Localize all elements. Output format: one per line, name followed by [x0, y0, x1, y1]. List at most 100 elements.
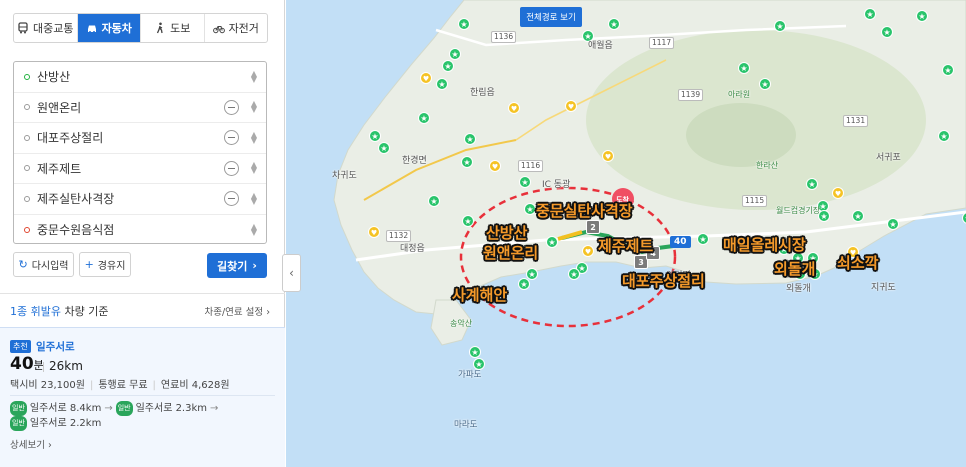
- stop-via-label[interactable]: 원앤온리: [37, 99, 224, 116]
- poi-heart-icon[interactable]: ♥: [420, 72, 432, 84]
- poi-heart-icon[interactable]: ♥: [489, 160, 501, 172]
- place-label: 아라원: [728, 90, 751, 99]
- poi-star-icon[interactable]: ★: [806, 178, 818, 190]
- reorder-handle-icon[interactable]: ▲ ▼: [250, 100, 258, 114]
- poi-star-icon[interactable]: ★: [378, 142, 390, 154]
- poi-star-icon[interactable]: ★: [608, 18, 620, 30]
- poi-star-icon[interactable]: ★: [442, 60, 454, 72]
- poi-star-icon[interactable]: ★: [518, 278, 530, 290]
- place-label: 외돌개: [786, 284, 811, 294]
- tab-transit-label: 대중교통: [33, 22, 74, 35]
- toll-fare: 통행료 무료: [85, 380, 148, 391]
- poi-star-icon[interactable]: ★: [369, 130, 381, 142]
- remove-stop-button[interactable]: [224, 130, 239, 146]
- poi-star-icon[interactable]: ★: [942, 64, 954, 76]
- route-segments: 일반 일주서로 8.4km → 일반 일주서로 2.3km → 일반 일주서로 2.2km: [10, 401, 221, 431]
- tab-bike[interactable]: 자전거: [205, 14, 268, 42]
- poi-star-icon[interactable]: ★: [881, 26, 893, 38]
- find-route-button[interactable]: 길찾기 ›: [207, 253, 267, 278]
- poi-star-icon[interactable]: ★: [449, 48, 461, 60]
- tab-car[interactable]: 자동차: [77, 14, 141, 42]
- poi-star-icon[interactable]: ★: [697, 233, 709, 245]
- reorder-handle-icon[interactable]: ▲ ▼: [250, 69, 258, 83]
- road-number: 1139: [678, 89, 704, 101]
- poi-heart-icon[interactable]: ♥: [565, 100, 577, 112]
- poi-star-icon[interactable]: ★: [462, 215, 474, 227]
- map-view[interactable]: ★ ★ ★ ★ ★ ★ ★ ★ ★ ★ ★ ★ ★ ★ ★ ★ ★ ★ ★ ★ ★ ★ ★ ★ ★ ★ ★ ★ ★ ★ ★ ★ ★ ★ ★ ★ ★ ★ ★ ★…: [286, 0, 966, 467]
- poi-star-icon[interactable]: ★: [519, 176, 531, 188]
- poi-heart-icon[interactable]: ♥: [508, 102, 520, 114]
- reorder-handle-icon[interactable]: ▲ ▼: [250, 161, 258, 175]
- poi-heart-icon[interactable]: ♥: [368, 226, 380, 238]
- reset-button[interactable]: ↻ 다시입력: [13, 252, 74, 277]
- poi-star-icon[interactable]: ★: [469, 346, 481, 358]
- full-route-button[interactable]: 전체경로 보기: [520, 7, 582, 27]
- poi-star-icon[interactable]: ★: [436, 78, 448, 90]
- poi-star-icon[interactable]: ★: [916, 10, 928, 22]
- stop-via[interactable]: 원앤온리 ▲ ▼: [14, 93, 266, 123]
- tab-car-label: 자동차: [101, 22, 132, 35]
- place-label: 대정읍: [400, 244, 425, 254]
- reorder-handle-icon[interactable]: ▲ ▼: [250, 222, 258, 236]
- poi-star-icon[interactable]: ★: [526, 268, 538, 280]
- place-label: 마라도: [454, 420, 478, 430]
- stop-start-label[interactable]: 산방산: [37, 68, 250, 85]
- stop-end-label[interactable]: 중문수원음식점: [37, 221, 250, 238]
- poi-star-icon[interactable]: ★: [464, 133, 476, 145]
- poi-heart-icon[interactable]: ♥: [582, 245, 594, 257]
- stop-via-label[interactable]: 대포주상절리: [37, 129, 224, 146]
- stop-via[interactable]: 대포주상절리 ▲ ▼: [14, 123, 266, 154]
- annotation-label: 매일올레시장: [723, 236, 806, 254]
- poi-star-icon[interactable]: ★: [524, 203, 536, 215]
- poi-star-icon[interactable]: ★: [887, 218, 899, 230]
- poi-star-icon[interactable]: ★: [938, 130, 950, 142]
- end-dot-icon: [24, 226, 30, 233]
- route-minutes: 40: [10, 354, 34, 374]
- poi-star-icon[interactable]: ★: [568, 268, 580, 280]
- vehicle-basis-suffix: 차량 기준: [60, 305, 109, 318]
- road-type-badge: 일반: [10, 416, 27, 431]
- poi-heart-icon[interactable]: ♥: [832, 187, 844, 199]
- stop-end[interactable]: 중문수원음식점 ▲ ▼: [14, 215, 266, 246]
- poi-star-icon[interactable]: ★: [774, 20, 786, 32]
- poi-star-icon[interactable]: ★: [759, 78, 771, 90]
- annotation-label: 대포주상절리: [622, 272, 705, 290]
- poi-star-icon[interactable]: ★: [738, 62, 750, 74]
- remove-stop-button[interactable]: [224, 191, 239, 207]
- reorder-handle-icon[interactable]: ▲ ▼: [250, 130, 258, 144]
- stop-via-label[interactable]: 제주실탄사격장: [37, 190, 224, 207]
- route-time-badge[interactable]: 40: [670, 236, 691, 248]
- route-stops-list: 산방산 ▲ ▼ 원앤온리 ▲ ▼ 대포주상절리 ▲ ▼ 제주제트 ▲ ▼ 제주실탄사격장…: [13, 61, 267, 244]
- vehicle-settings-link[interactable]: 차종/연료 설정 ›: [204, 304, 270, 318]
- poi-star-icon[interactable]: ★: [418, 112, 430, 124]
- route-segment: 일주서로 2.3km: [135, 403, 208, 414]
- poi-heart-icon[interactable]: ♥: [602, 150, 614, 162]
- tab-walk[interactable]: 도보: [141, 14, 205, 42]
- add-waypoint-button[interactable]: + 경유지: [79, 252, 131, 277]
- reorder-handle-icon[interactable]: ▲ ▼: [250, 191, 258, 205]
- remove-stop-button[interactable]: [224, 160, 239, 176]
- poi-star-icon[interactable]: ★: [852, 210, 864, 222]
- transport-mode-tabs: 대중교통 자동차 도보 자전거: [13, 13, 268, 43]
- divider: [0, 293, 285, 294]
- poi-star-icon[interactable]: ★: [458, 18, 470, 30]
- poi-star-icon[interactable]: ★: [428, 195, 440, 207]
- poi-star-icon[interactable]: ★: [461, 156, 473, 168]
- route-details-link[interactable]: 상세보기 ›: [10, 437, 52, 451]
- poi-star-icon[interactable]: ★: [546, 236, 558, 248]
- waypoint-marker[interactable]: 2: [586, 220, 600, 234]
- stop-via[interactable]: 제주실탄사격장 ▲ ▼: [14, 184, 266, 215]
- route-segment: 일주서로 2.2km: [29, 418, 102, 429]
- stop-via[interactable]: 제주제트 ▲ ▼: [14, 154, 266, 184]
- remove-stop-button[interactable]: [224, 99, 239, 115]
- route-result-card[interactable]: 추천 일주서로 40분 26km 택시비 23,100원통행료 무료연료비 4,…: [0, 327, 285, 467]
- place-label: 차귀도: [332, 171, 357, 181]
- collapse-panel-button[interactable]: ‹: [282, 254, 301, 292]
- poi-star-icon[interactable]: ★: [864, 8, 876, 20]
- add-waypoint-label: 경유지: [97, 261, 126, 272]
- place-label: 지귀도: [871, 283, 896, 293]
- route-details-label: 상세보기: [10, 440, 45, 451]
- tab-transit[interactable]: 대중교통: [14, 14, 78, 42]
- stop-start[interactable]: 산방산 ▲ ▼: [14, 62, 266, 93]
- stop-via-label[interactable]: 제주제트: [37, 160, 224, 177]
